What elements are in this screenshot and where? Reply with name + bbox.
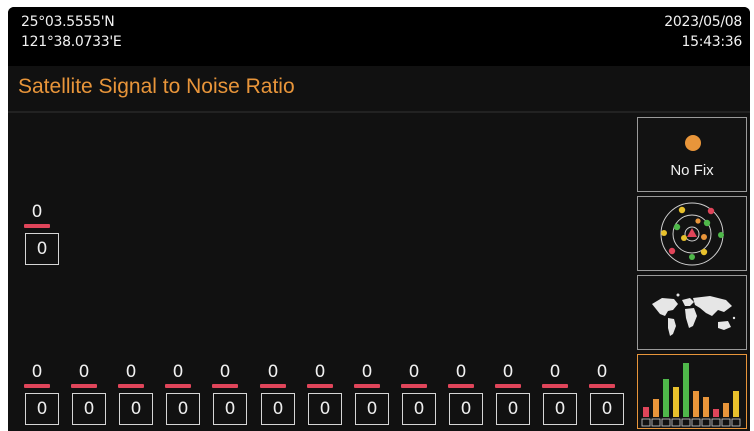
snr-value: 0 [78, 362, 90, 382]
snr-bar [448, 384, 474, 388]
satellite-slot[interactable]: 00 [395, 362, 436, 425]
satellite-slot[interactable]: 00 [348, 362, 389, 425]
snr-value: 0 [455, 362, 467, 382]
snr-bar [165, 384, 191, 388]
snr-value: 0 [596, 362, 608, 382]
snr-chart-button[interactable] [637, 354, 747, 429]
snr-value: 0 [125, 362, 137, 382]
snr-icon-prn-box [701, 418, 711, 427]
page-title: Satellite Signal to Noise Ratio [18, 75, 295, 98]
snr-value: 0 [314, 362, 326, 382]
fix-status-label: No Fix [670, 162, 714, 179]
snr-icon-prn-box [661, 418, 671, 427]
snr-icon-bar [653, 399, 659, 417]
snr-icon-prn-box [691, 418, 701, 427]
snr-value: 0 [31, 362, 43, 382]
gps-screen: 25°03.5555'N 121°38.0733'E 2023/05/08 15… [8, 7, 750, 431]
snr-icon-bar [693, 391, 699, 417]
snr-icon-prn-box [651, 418, 661, 427]
prn-number: 0 [355, 393, 389, 425]
snr-bar [118, 384, 144, 388]
satellite-sky-view-icon [660, 202, 724, 266]
snr-bar [401, 384, 427, 388]
prn-number: 0 [496, 393, 530, 425]
date-readout: 2023/05/08 [664, 14, 742, 30]
fix-status-indicator-icon [685, 135, 701, 151]
prn-number: 0 [261, 393, 295, 425]
snr-icon-bar [733, 391, 739, 417]
snr-bar-chart-icon [641, 363, 741, 427]
title-divider [8, 111, 750, 113]
snr-icon-bar [723, 403, 729, 417]
snr-icon-prn-box [681, 418, 691, 427]
snr-bar [24, 384, 50, 388]
satellite-slot[interactable]: 00 [301, 362, 342, 425]
prn-number: 0 [402, 393, 436, 425]
snr-bar [24, 224, 50, 228]
prn-number: 0 [590, 393, 624, 425]
satellite-slot[interactable]: 00 [112, 362, 153, 425]
snr-value: 0 [549, 362, 561, 382]
snr-bar [71, 384, 97, 388]
snr-icon-prn-box [671, 418, 681, 427]
snr-icon-bar [683, 363, 689, 417]
snr-bar [354, 384, 380, 388]
snr-icon-bar [673, 387, 679, 417]
snr-value: 0 [361, 362, 373, 382]
prn-number: 0 [213, 393, 247, 425]
satellite-slot[interactable]: 00 [489, 362, 530, 425]
satellite-slot[interactable]: 00 [206, 362, 247, 425]
prn-number: 0 [543, 393, 577, 425]
prn-number: 0 [25, 233, 59, 265]
snr-icon-prn-box [721, 418, 731, 427]
fix-status-button[interactable]: No Fix [637, 117, 747, 192]
satellite-slot[interactable]: 00 [536, 362, 577, 425]
satellite-slot[interactable]: 00 [442, 362, 483, 425]
snr-bar [495, 384, 521, 388]
snr-value: 0 [408, 362, 420, 382]
snr-icon-bar [663, 379, 669, 417]
snr-bar [260, 384, 286, 388]
longitude-readout: 121°38.0733'E [21, 34, 122, 50]
latitude-readout: 25°03.5555'N [21, 14, 115, 30]
world-map-button[interactable] [637, 275, 747, 350]
satellite-slot[interactable]: 00 [18, 362, 59, 425]
snr-value: 0 [172, 362, 184, 382]
satellite-slot[interactable]: 00 [254, 362, 295, 425]
prn-number: 0 [119, 393, 153, 425]
snr-bar [589, 384, 615, 388]
snr-bar [307, 384, 333, 388]
snr-icon-prn-box [711, 418, 721, 427]
prn-number: 0 [166, 393, 200, 425]
snr-value: 0 [219, 362, 231, 382]
prn-number: 0 [449, 393, 483, 425]
snr-icon-prn-box [731, 418, 741, 427]
snr-value: 0 [31, 202, 43, 222]
world-map-icon [652, 293, 736, 336]
sky-view-button[interactable] [637, 196, 747, 271]
prn-number: 0 [25, 393, 59, 425]
prn-number: 0 [308, 393, 342, 425]
snr-bar [212, 384, 238, 388]
satellite-slot[interactable]: 00 [583, 362, 624, 425]
status-header: 25°03.5555'N 121°38.0733'E 2023/05/08 15… [8, 7, 750, 66]
snr-icon-bar [643, 407, 649, 417]
snr-icon-prn-box [641, 418, 651, 427]
prn-number: 0 [72, 393, 106, 425]
snr-bar [542, 384, 568, 388]
snr-value: 0 [267, 362, 279, 382]
satellite-slot[interactable]: 00 [65, 362, 106, 425]
snr-value: 0 [502, 362, 514, 382]
satellite-slot[interactable]: 00 [159, 362, 200, 425]
snr-icon-bar [703, 397, 709, 417]
time-readout: 15:43:36 [681, 34, 743, 50]
snr-icon-bar [713, 409, 719, 417]
satellite-slot[interactable]: 0 0 [18, 202, 59, 265]
